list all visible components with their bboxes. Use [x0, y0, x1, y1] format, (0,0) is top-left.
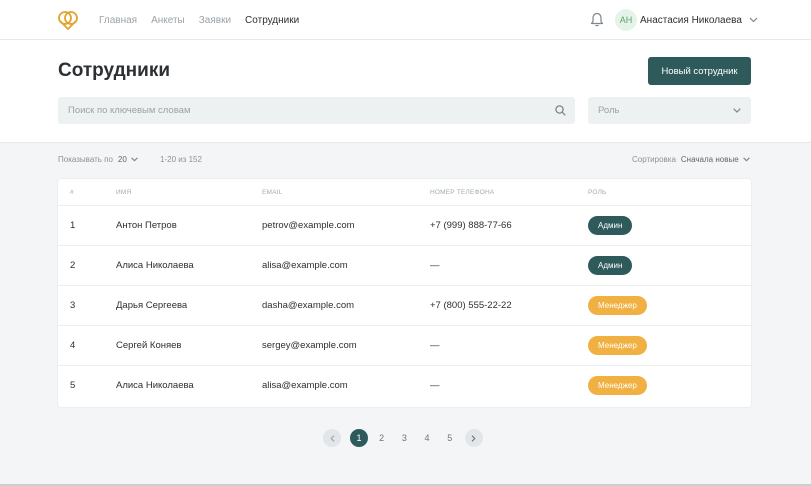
employee-phone: — [430, 340, 440, 351]
page-4-button[interactable]: 4 [418, 429, 436, 447]
row-number: 3 [70, 300, 76, 311]
column-header-phone: НОМЕР ТЕЛЕФОНА [430, 189, 495, 196]
top-navigation-bar: Главная Анкеты Заявки Сотрудники АН Анас… [0, 0, 811, 40]
table-row[interactable]: 5 Алиса Николаева alisa@example.com — Ме… [58, 366, 751, 406]
page-size-label: Показывать по [58, 155, 113, 164]
page-header: Сотрудники Новый сотрудник Роль [0, 40, 811, 143]
employee-email: dasha@example.com [262, 300, 355, 311]
employee-name: Дарья Сергеева [116, 300, 188, 311]
user-menu[interactable]: АН Анастасия Николаева [615, 9, 758, 31]
chevron-right-icon [471, 434, 476, 442]
chevron-down-icon [131, 157, 138, 162]
employee-phone: — [430, 260, 440, 271]
table-header: # ИМЯ EMAIL НОМЕР ТЕЛЕФОНА РОЛЬ [58, 179, 751, 206]
bell-icon[interactable] [590, 12, 604, 27]
column-header-number: # [70, 189, 74, 196]
avatar: АН [615, 9, 637, 31]
employee-name: Алиса Николаева [116, 380, 194, 391]
table-row[interactable]: 1 Антон Петров petrov@example.com +7 (99… [58, 206, 751, 246]
nav-item-requests[interactable]: Заявки [199, 15, 231, 26]
employee-name: Антон Петров [116, 220, 177, 231]
page-size-value: 20 [117, 155, 127, 164]
new-employee-button[interactable]: Новый сотрудник [648, 57, 751, 85]
row-number: 2 [70, 260, 76, 271]
table-row[interactable]: 3 Дарья Сергеева dasha@example.com +7 (8… [58, 286, 751, 326]
employee-email: sergey@example.com [262, 340, 357, 351]
user-name: Анастасия Николаева [640, 14, 742, 26]
sort-select[interactable]: Сначала новые [681, 155, 750, 164]
row-number: 5 [70, 380, 76, 391]
sort-value: Сначала новые [680, 155, 739, 164]
nav-item-forms[interactable]: Анкеты [151, 15, 185, 26]
logo-icon[interactable] [57, 9, 79, 31]
search-icon[interactable] [555, 105, 566, 116]
page-2-button[interactable]: 2 [373, 429, 391, 447]
page-size-select[interactable]: 20 [118, 155, 138, 164]
column-header-name: ИМЯ [116, 189, 132, 196]
role-badge: Админ [588, 256, 633, 275]
employee-phone: +7 (800) 555-22-22 [430, 300, 512, 311]
chevron-down-icon [749, 17, 758, 23]
page-3-button[interactable]: 3 [395, 429, 413, 447]
employee-email: alisa@example.com [262, 380, 348, 391]
role-badge: Админ [588, 216, 633, 235]
search-box [58, 97, 575, 124]
next-page-button[interactable] [464, 429, 483, 447]
results-range: 1-20 из 152 [160, 155, 202, 164]
chevron-down-icon [742, 157, 750, 162]
pagination: 1 2 3 4 5 [323, 429, 483, 447]
nav-item-employees[interactable]: Сотрудники [245, 15, 299, 26]
row-number: 1 [70, 220, 76, 231]
chevron-left-icon [329, 434, 334, 442]
employee-phone: +7 (999) 888-77-66 [430, 220, 512, 231]
nav-item-home[interactable]: Главная [99, 15, 137, 26]
search-input[interactable] [58, 97, 575, 124]
sort-label: Сортировка [632, 155, 676, 164]
employee-email: alisa@example.com [262, 260, 348, 271]
role-select-placeholder: Роль [598, 105, 620, 116]
page-title: Сотрудники [58, 60, 171, 81]
page-1-button[interactable]: 1 [350, 429, 368, 447]
table-row[interactable]: 4 Сергей Коняев sergey@example.com — Мен… [58, 326, 751, 366]
employees-table: # ИМЯ EMAIL НОМЕР ТЕЛЕФОНА РОЛЬ 1 Антон … [58, 179, 751, 407]
column-header-role: РОЛЬ [588, 189, 607, 196]
sort-control: Сортировка Сначала новые [632, 155, 750, 164]
prev-page-button[interactable] [323, 429, 341, 447]
role-select[interactable]: Роль [588, 97, 751, 124]
main-nav: Главная Анкеты Заявки Сотрудники [99, 0, 313, 40]
table-row[interactable]: 2 Алиса Николаева alisa@example.com — Ад… [58, 246, 751, 286]
column-header-email: EMAIL [262, 189, 283, 196]
role-badge: Менеджер [588, 336, 647, 355]
employee-email: petrov@example.com [262, 220, 355, 231]
employee-name: Сергей Коняев [116, 340, 182, 351]
page-size-control: Показывать по 20 [58, 155, 138, 164]
chevron-down-icon [733, 108, 741, 113]
page-5-button[interactable]: 5 [441, 429, 459, 447]
role-badge: Менеджер [588, 376, 647, 395]
role-badge: Менеджер [588, 296, 647, 315]
employee-phone: — [430, 380, 440, 391]
row-number: 4 [70, 340, 76, 351]
employee-name: Алиса Николаева [116, 260, 194, 271]
